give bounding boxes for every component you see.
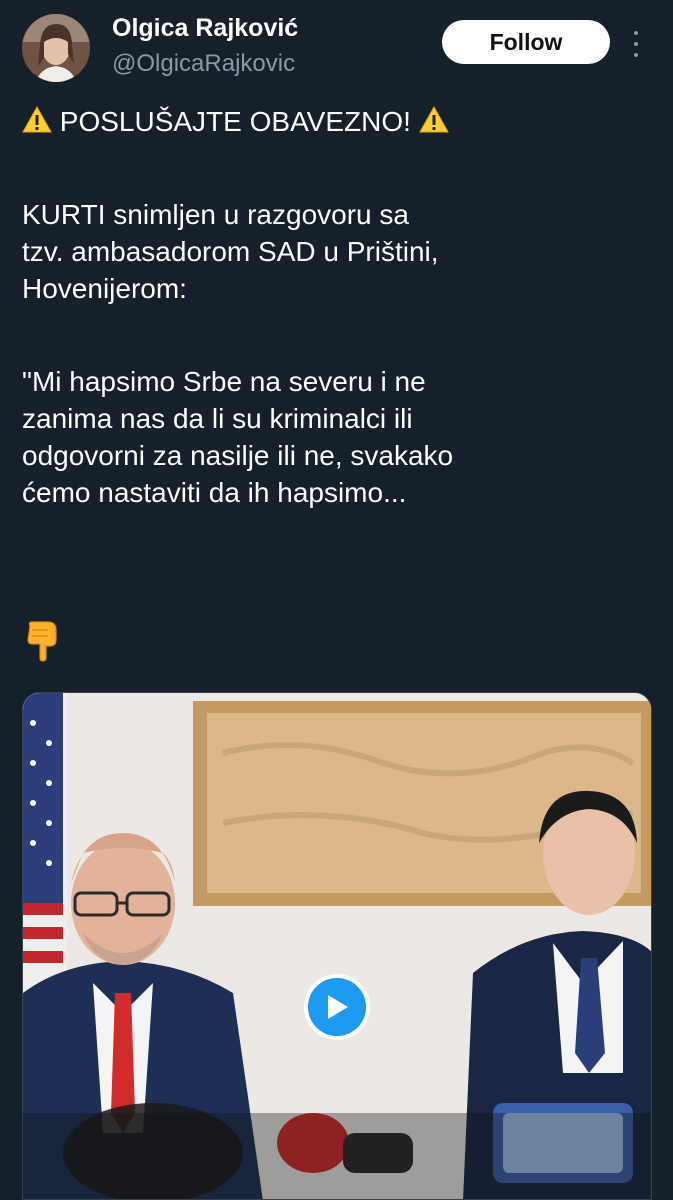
tweet-paragraph-2-line: ćemo nastaviti da ih hapsimo...: [22, 476, 407, 508]
more-options-icon[interactable]: [627, 26, 645, 62]
tweet-paragraph-1-line: Hovenijerom:: [22, 272, 187, 304]
pointing-down-icon: [27, 621, 57, 662]
tweet-headline: POSLUŠAJTE OBAVEZNO!: [59, 106, 411, 137]
tweet-headline-line: POSLUŠAJTE OBAVEZNO!: [22, 104, 652, 141]
avatar[interactable]: [22, 14, 90, 82]
author-name[interactable]: Olgica Rajković: [112, 14, 298, 43]
tweet-text: POSLUŠAJTE OBAVEZNO! KURTI snimljen u ra…: [22, 104, 652, 512]
warning-icon: [22, 106, 52, 133]
play-button[interactable]: [304, 974, 370, 1040]
tweet-header: Olgica Rajković @OlgicaRajkovic Follow: [0, 0, 673, 100]
tweet-paragraph-2-line: zanima nas da li su kriminalci ili: [22, 402, 413, 434]
video-thumbnail[interactable]: [22, 692, 652, 1200]
follow-button[interactable]: Follow: [442, 20, 610, 64]
tweet-paragraph-1-line: tzv. ambasadorom SAD u Prištini,: [22, 235, 439, 267]
tweet-paragraph-2-line: "Mi hapsimo Srbe na severu i ne: [22, 365, 426, 397]
warning-icon: [418, 106, 449, 133]
play-icon: [328, 995, 348, 1019]
tweet-paragraph-1-line: KURTI snimljen u razgovoru sa: [22, 198, 409, 230]
author-handle[interactable]: @OlgicaRajkovic: [112, 50, 295, 78]
tweet-paragraph-2-line: odgovorni za nasilje ili ne, svakako: [22, 439, 454, 471]
